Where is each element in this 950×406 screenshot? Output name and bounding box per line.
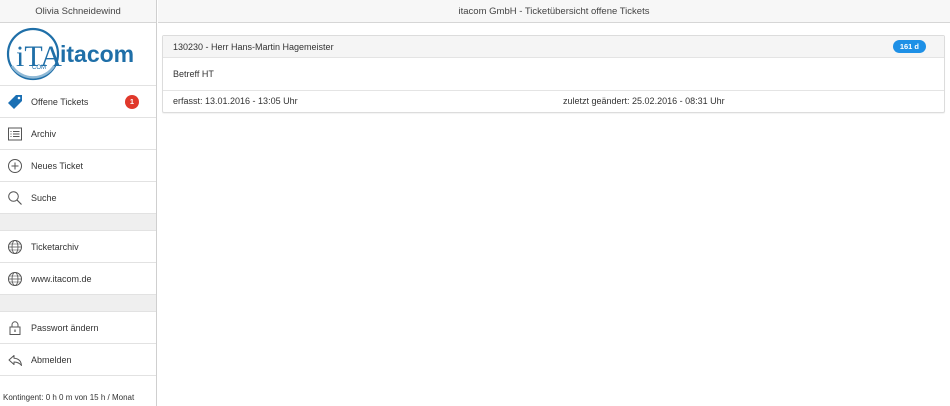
quota-text: Kontingent: 0 h 0 m von 15 h / Monat — [3, 393, 135, 402]
ticket-subject: Betreff HT — [163, 58, 944, 91]
nav-abmelden[interactable]: Abmelden — [0, 344, 156, 376]
ticket-created: erfasst: 13.01.2016 - 13:05 Uhr — [173, 96, 298, 106]
nav-ticketarchiv[interactable]: Ticketarchiv — [0, 231, 156, 263]
nav-separator — [0, 214, 156, 231]
reply-icon — [7, 352, 23, 368]
nav-website-label: www.itacom.de — [31, 273, 92, 284]
nav-neues-ticket[interactable]: Neues Ticket — [0, 150, 156, 182]
nav-ticketarchiv-label: Ticketarchiv — [31, 241, 79, 252]
nav-passwort-aendern-label: Passwort ändern — [31, 322, 99, 333]
tag-icon — [7, 94, 23, 110]
ticket-modified: zuletzt geändert: 25.02.2016 - 08:31 Uhr — [563, 96, 725, 106]
itacom-logo[interactable]: iTA COM itacom — [0, 23, 156, 86]
nav-abmelden-label: Abmelden — [31, 354, 72, 365]
nav-archiv-label: Archiv — [31, 128, 57, 139]
sidebar: Olivia Schneidewind iTA COM itacom Offen… — [0, 0, 157, 406]
ticket-card-footer: erfasst: 13.01.2016 - 13:05 Uhr zuletzt … — [163, 91, 944, 112]
ticket-card[interactable]: 130230 - Herr Hans-Martin Hagemeister 16… — [162, 35, 945, 113]
globe-icon — [7, 239, 23, 255]
list-icon — [7, 126, 23, 142]
nav-offene-tickets-label: Offene Tickets — [31, 96, 89, 107]
globe-icon — [7, 271, 23, 287]
logo-mark-sub: COM — [32, 65, 46, 71]
page-title: itacom GmbH - Ticketübersicht offene Tic… — [158, 0, 950, 23]
nav-archiv[interactable]: Archiv — [0, 118, 156, 150]
nav-website[interactable]: www.itacom.de — [0, 263, 156, 295]
user-name: Olivia Schneidewind — [0, 0, 156, 23]
ticket-age-badge: 161 d — [892, 40, 926, 53]
itacom-logo-icon: iTA COM itacom — [6, 27, 134, 81]
nav-separator — [0, 295, 156, 312]
nav-offene-tickets[interactable]: Offene Tickets 1 — [0, 86, 156, 118]
plus-circle-icon — [7, 158, 23, 174]
nav-passwort-aendern[interactable]: Passwort ändern — [0, 312, 156, 344]
search-icon — [7, 190, 23, 206]
nav-suche[interactable]: Suche — [0, 182, 156, 214]
logo-text: itacom — [60, 41, 134, 67]
ticket-card-header: 130230 - Herr Hans-Martin Hagemeister 16… — [163, 36, 944, 58]
nav-suche-label: Suche — [31, 192, 57, 203]
nav-neues-ticket-label: Neues Ticket — [31, 160, 84, 171]
ticket-title: 130230 - Herr Hans-Martin Hagemeister — [173, 42, 334, 52]
open-tickets-count-badge: 1 — [125, 95, 139, 109]
lock-icon — [7, 320, 23, 336]
